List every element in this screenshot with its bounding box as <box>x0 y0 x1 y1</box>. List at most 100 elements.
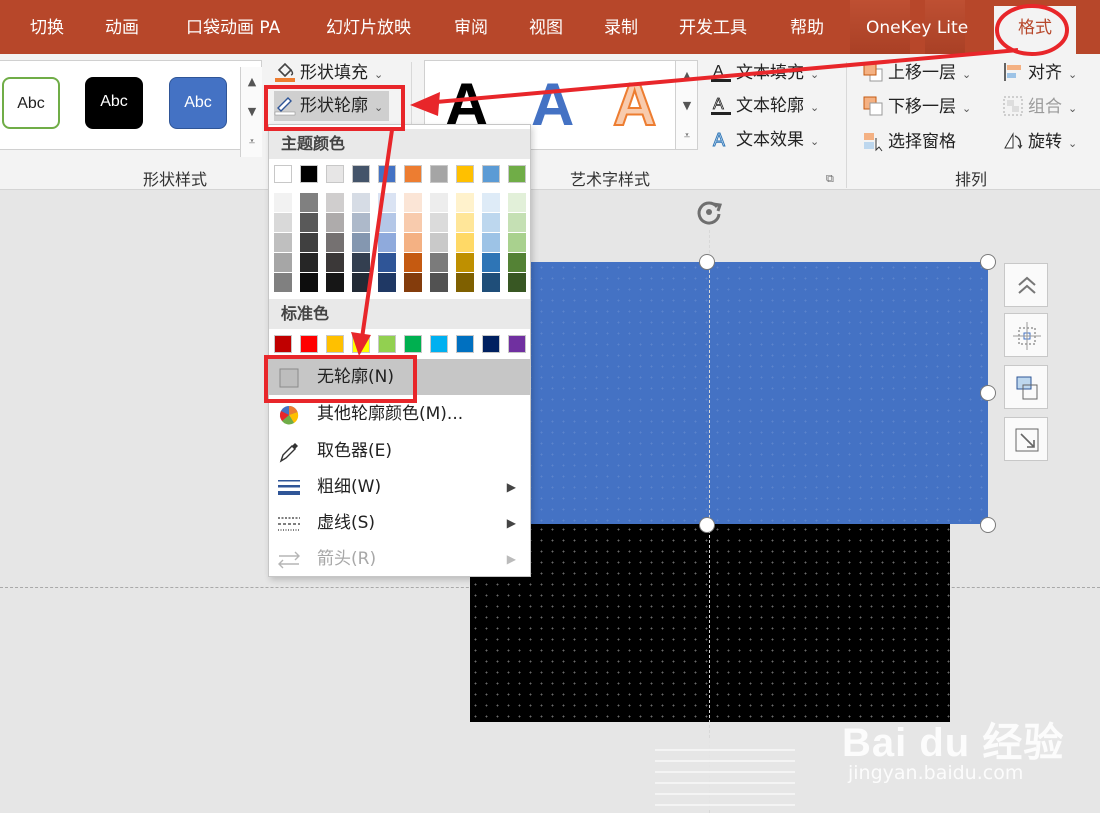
theme-shade-swatch[interactable] <box>456 193 474 212</box>
theme-color-swatch[interactable] <box>482 165 500 183</box>
theme-shade-swatch[interactable] <box>326 233 344 252</box>
theme-shade-swatch[interactable] <box>508 193 526 212</box>
theme-shade-swatch[interactable] <box>378 193 396 212</box>
theme-shade-swatch[interactable] <box>274 213 292 232</box>
rotate-handle-icon[interactable] <box>693 196 725 228</box>
theme-shade-swatch[interactable] <box>378 233 396 252</box>
theme-shade-swatch[interactable] <box>508 273 526 292</box>
theme-shade-swatch[interactable] <box>404 193 422 212</box>
theme-shade-swatch[interactable] <box>274 193 292 212</box>
gallery-scroll-down-icon[interactable]: ▼ <box>241 97 263 127</box>
theme-shade-swatch[interactable] <box>404 273 422 292</box>
theme-shade-swatch[interactable] <box>508 253 526 272</box>
group-button[interactable]: 组合 ⌄ <box>1002 92 1077 122</box>
theme-color-swatch[interactable] <box>300 165 318 183</box>
theme-color-swatch[interactable] <box>326 165 344 183</box>
theme-color-swatch[interactable] <box>456 165 474 183</box>
theme-color-swatch[interactable] <box>274 165 292 183</box>
theme-shade-swatch[interactable] <box>300 253 318 272</box>
resize-handle-bottom-right[interactable] <box>980 517 996 533</box>
theme-shade-swatch[interactable] <box>274 233 292 252</box>
theme-shade-swatch[interactable] <box>404 253 422 272</box>
tab-animations[interactable]: 动画 <box>105 0 139 54</box>
theme-shade-swatch[interactable] <box>326 253 344 272</box>
theme-shade-swatch[interactable] <box>456 273 474 292</box>
weight-item[interactable]: 粗细(W) ▶ <box>269 469 530 505</box>
tab-review[interactable]: 审阅 <box>454 0 488 54</box>
dialog-launcher-icon[interactable]: ⧉ <box>826 172 834 186</box>
wordart-style-blue[interactable]: A <box>531 61 574 149</box>
theme-shade-swatch[interactable] <box>274 253 292 272</box>
standard-color-swatch[interactable] <box>326 335 344 353</box>
theme-shade-swatch[interactable] <box>508 233 526 252</box>
theme-shade-swatch[interactable] <box>430 193 448 212</box>
theme-shade-swatch[interactable] <box>482 273 500 292</box>
resize-handle-right[interactable] <box>980 385 996 401</box>
theme-shade-swatch[interactable] <box>378 253 396 272</box>
resize-handle-bottom[interactable] <box>699 517 715 533</box>
theme-shade-swatch[interactable] <box>300 233 318 252</box>
standard-color-swatch[interactable] <box>456 335 474 353</box>
theme-shade-swatch[interactable] <box>482 233 500 252</box>
theme-shade-swatch[interactable] <box>352 233 370 252</box>
theme-shade-swatch[interactable] <box>326 273 344 292</box>
theme-color-swatch[interactable] <box>352 165 370 183</box>
send-backward-button[interactable]: 下移一层 ⌄ <box>862 92 971 122</box>
dashes-item[interactable]: 虚线(S) ▶ <box>269 505 530 541</box>
standard-color-swatch[interactable] <box>508 335 526 353</box>
gallery-more-icon[interactable]: ⩡ <box>241 127 263 157</box>
tab-help[interactable]: 帮助 <box>790 0 824 54</box>
gallery-scroll-up-icon[interactable]: ▲ <box>241 67 263 97</box>
theme-shade-swatch[interactable] <box>430 273 448 292</box>
resize-tool[interactable] <box>1004 417 1048 461</box>
tab-onekey-lite[interactable]: OneKey Lite <box>866 0 968 54</box>
theme-color-swatch[interactable] <box>404 165 422 183</box>
theme-shade-swatch[interactable] <box>326 213 344 232</box>
theme-shade-swatch[interactable] <box>404 213 422 232</box>
rotate-button[interactable]: 旋转 ⌄ <box>1002 127 1077 157</box>
tab-slideshow[interactable]: 幻灯片放映 <box>326 0 411 54</box>
arrange-layers-tool[interactable] <box>1004 365 1048 409</box>
theme-shade-swatch[interactable] <box>456 233 474 252</box>
align-center-tool[interactable] <box>1004 313 1048 357</box>
theme-shade-swatch[interactable] <box>300 193 318 212</box>
theme-shade-swatch[interactable] <box>378 213 396 232</box>
tab-format[interactable]: 格式 <box>994 6 1076 54</box>
shape-fill-button[interactable]: 形状填充 ⌄ <box>274 58 383 88</box>
theme-shade-swatch[interactable] <box>378 273 396 292</box>
eyedropper-item[interactable]: 取色器(E) <box>269 433 530 469</box>
standard-color-swatch[interactable] <box>430 335 448 353</box>
theme-shade-swatch[interactable] <box>352 273 370 292</box>
theme-shade-swatch[interactable] <box>508 213 526 232</box>
theme-shade-swatch[interactable] <box>352 213 370 232</box>
tab-view[interactable]: 视图 <box>529 0 563 54</box>
theme-shade-swatch[interactable] <box>456 213 474 232</box>
bring-forward-button[interactable]: 上移一层 ⌄ <box>862 58 971 88</box>
theme-shade-swatch[interactable] <box>482 253 500 272</box>
theme-shade-swatch[interactable] <box>430 253 448 272</box>
align-button[interactable]: 对齐 ⌄ <box>1002 58 1077 88</box>
theme-shade-swatch[interactable] <box>300 213 318 232</box>
wordart-style-orange-outline[interactable]: A <box>612 61 657 149</box>
wordart-more-icon[interactable]: ⩡ <box>676 121 698 151</box>
arrows-item[interactable]: 箭头(R) ▶ <box>269 541 530 577</box>
shape-style-blue[interactable]: Abc <box>169 77 227 129</box>
theme-color-swatch[interactable] <box>378 165 396 183</box>
tab-record[interactable]: 录制 <box>604 0 638 54</box>
theme-color-swatch[interactable] <box>508 165 526 183</box>
theme-shade-swatch[interactable] <box>352 253 370 272</box>
shape-style-black[interactable]: Abc <box>85 77 143 129</box>
theme-color-swatch[interactable] <box>430 165 448 183</box>
standard-color-swatch[interactable] <box>378 335 396 353</box>
tab-pocket-animation[interactable]: 口袋动画 PA <box>186 0 280 54</box>
standard-color-swatch[interactable] <box>482 335 500 353</box>
wordart-scroll-down-icon[interactable]: ▼ <box>676 91 698 121</box>
theme-shade-swatch[interactable] <box>430 233 448 252</box>
theme-shade-swatch[interactable] <box>482 193 500 212</box>
theme-shade-swatch[interactable] <box>482 213 500 232</box>
tab-transitions[interactable]: 切换 <box>30 0 64 54</box>
text-outline-button[interactable]: A 文本轮廓 ⌄ <box>710 91 819 121</box>
theme-shade-swatch[interactable] <box>404 233 422 252</box>
theme-shade-swatch[interactable] <box>430 213 448 232</box>
selection-pane-button[interactable]: 选择窗格 <box>862 127 956 157</box>
